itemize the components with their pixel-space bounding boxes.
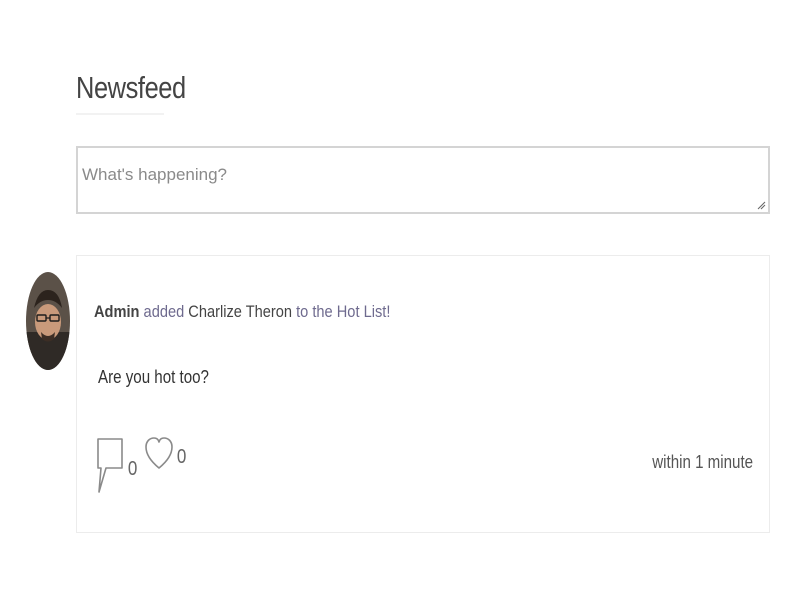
- page-title: Newsfeed: [76, 70, 186, 105]
- comment-button[interactable]: 0: [95, 436, 138, 496]
- heart-outline-icon: [145, 437, 173, 469]
- resize-grip-icon[interactable]: [756, 200, 766, 210]
- like-button[interactable]: 0: [144, 436, 187, 472]
- comment-bubble-icon: [97, 438, 123, 493]
- post-timestamp: within 1 minute: [652, 452, 753, 472]
- activity-suffix: to the Hot List!: [296, 302, 391, 321]
- activity-verb: added: [143, 302, 185, 321]
- activity-actor-link[interactable]: Admin: [94, 302, 139, 321]
- status-composer[interactable]: [76, 146, 770, 214]
- post-actions: 0 0: [95, 436, 193, 496]
- activity-line: Admin added Charlize Theron to the Hot L…: [94, 302, 390, 322]
- user-avatar-icon: [26, 272, 70, 370]
- status-input[interactable]: [78, 148, 768, 212]
- post-body: Are you hot too?: [98, 367, 209, 387]
- like-count: 0: [176, 445, 187, 468]
- title-divider: [76, 113, 164, 115]
- avatar[interactable]: [26, 272, 70, 370]
- feed-post-card: Admin added Charlize Theron to the Hot L…: [76, 255, 770, 533]
- comment-count: 0: [127, 457, 138, 480]
- activity-target-link[interactable]: Charlize Theron: [188, 302, 292, 321]
